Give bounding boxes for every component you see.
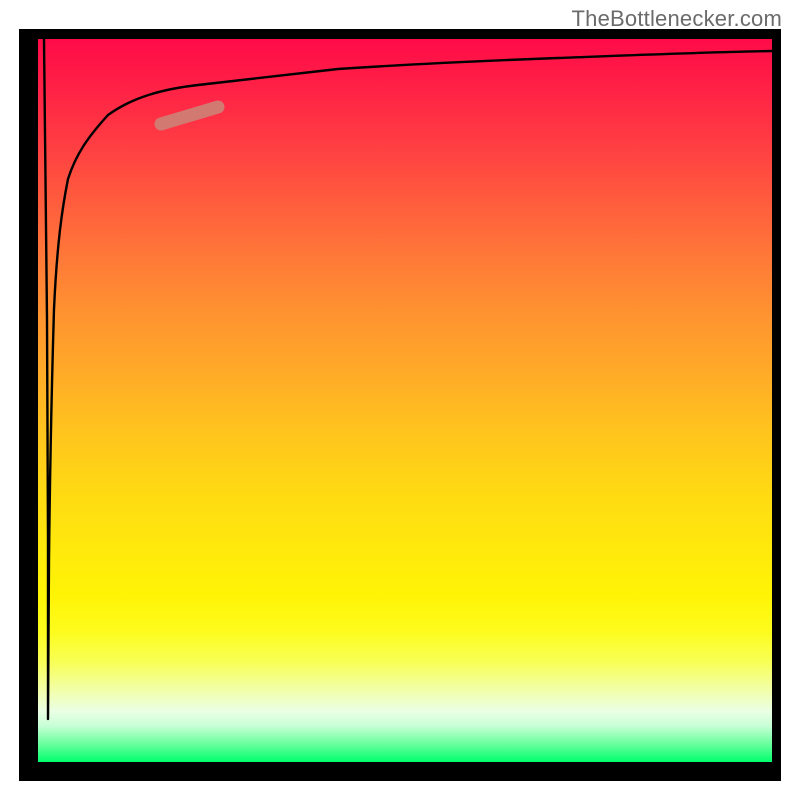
curve-layer bbox=[38, 39, 772, 762]
main-curve bbox=[44, 39, 772, 719]
plot-area bbox=[38, 39, 772, 762]
highlight-segment bbox=[161, 107, 218, 124]
chart-stage: TheBottlenecker.com bbox=[0, 0, 800, 800]
axes-frame bbox=[19, 29, 781, 781]
